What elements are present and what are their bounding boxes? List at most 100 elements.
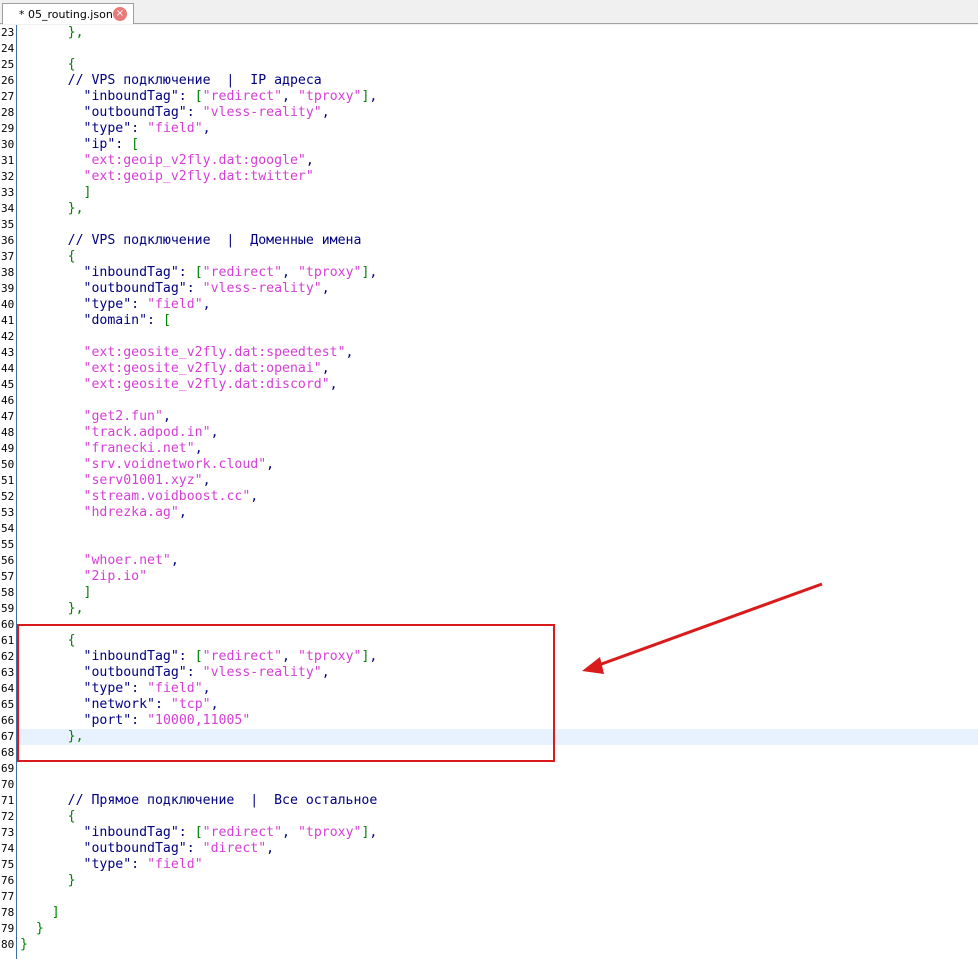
code-line[interactable]: 65 "network": "tcp",	[0, 697, 978, 713]
code-line[interactable]: 80}	[0, 937, 978, 953]
code-line[interactable]: 77	[0, 889, 978, 905]
line-number: 44	[1, 362, 15, 375]
code-line[interactable]: 56 "whoer.net",	[0, 553, 978, 569]
code-line[interactable]: 63 "outboundTag": "vless-reality",	[0, 665, 978, 681]
code-token: "type":	[83, 121, 148, 136]
code-line[interactable]: 61 {	[0, 633, 978, 649]
code-line[interactable]: 23 },	[0, 25, 978, 41]
code-text: "ext:geosite_v2fly.dat:openai",	[20, 361, 330, 377]
code-line[interactable]: 38 "inboundTag": ["redirect", "tproxy"],	[0, 265, 978, 281]
code-line[interactable]: 28 "outboundTag": "vless-reality",	[0, 105, 978, 121]
code-token: "outboundTag":	[83, 281, 203, 296]
code-token: ]	[83, 185, 92, 200]
tab-05-routing-json[interactable]: * 05_routing.json ×	[2, 3, 134, 24]
code-token: ,	[329, 377, 338, 392]
close-icon[interactable]: ×	[113, 7, 127, 21]
code-token: "vless-reality"	[202, 281, 322, 296]
code-line[interactable]: 29 "type": "field",	[0, 121, 978, 137]
code-line[interactable]: 35	[0, 217, 978, 233]
code-line[interactable]: 51 "serv01001.xyz",	[0, 473, 978, 489]
code-token: "hdrezka.ag"	[83, 505, 179, 520]
code-line[interactable]: 66 "port": "10000,11005"	[0, 713, 978, 729]
code-line[interactable]: 34 },	[0, 201, 978, 217]
code-line[interactable]: 45 "ext:geosite_v2fly.dat:discord",	[0, 377, 978, 393]
code-line[interactable]: 48 "track.adpod.in",	[0, 425, 978, 441]
code-text: "inboundTag": ["redirect", "tproxy"],	[20, 89, 378, 105]
code-line[interactable]: 31 "ext:geoip_v2fly.dat:google",	[0, 153, 978, 169]
code-text: {	[20, 57, 76, 73]
code-line[interactable]: 64 "type": "field",	[0, 681, 978, 697]
line-number: 52	[1, 490, 15, 503]
code-line[interactable]: 32 "ext:geoip_v2fly.dat:twitter"	[0, 169, 978, 185]
code-token: [	[194, 265, 203, 280]
code-line[interactable]: 70	[0, 777, 978, 793]
line-number: 78	[1, 906, 15, 919]
line-number: 56	[1, 554, 15, 567]
code-line[interactable]: 44 "ext:geosite_v2fly.dat:openai",	[0, 361, 978, 377]
code-line[interactable]: 33 ]	[0, 185, 978, 201]
code-line[interactable]: 73 "inboundTag": ["redirect", "tproxy"],	[0, 825, 978, 841]
code-line[interactable]: 55	[0, 537, 978, 553]
code-line[interactable]: 57 "2ip.io"	[0, 569, 978, 585]
code-line[interactable]: 25 {	[0, 57, 978, 73]
code-line[interactable]: 67 },	[0, 729, 978, 745]
code-line[interactable]: 75 "type": "field"	[0, 857, 978, 873]
code-token: "tproxy"	[297, 649, 362, 664]
line-number: 24	[1, 42, 15, 55]
line-number: 71	[1, 794, 15, 807]
code-text: "2ip.io"	[20, 569, 148, 585]
code-line[interactable]: 40 "type": "field",	[0, 297, 978, 313]
code-token: ,	[250, 489, 259, 504]
code-token: ,	[210, 697, 219, 712]
code-line[interactable]: 47 "get2.fun",	[0, 409, 978, 425]
code-line[interactable]: 79 }	[0, 921, 978, 937]
code-line[interactable]: 39 "outboundTag": "vless-reality",	[0, 281, 978, 297]
code-editor[interactable]: 23 }, 24 25 {26 // VPS подключение | IP ад…	[0, 25, 978, 959]
code-token: ,	[162, 409, 171, 424]
code-line[interactable]: 69	[0, 761, 978, 777]
code-line[interactable]: 74 "outboundTag": "direct",	[0, 841, 978, 857]
code-line[interactable]: 58 ]	[0, 585, 978, 601]
code-line[interactable]: 50 "srv.voidnetwork.cloud",	[0, 457, 978, 473]
code-token: "serv01001.xyz"	[83, 473, 203, 488]
line-number: 42	[1, 330, 15, 343]
code-line[interactable]: 42	[0, 329, 978, 345]
code-line[interactable]: 37 {	[0, 249, 978, 265]
code-line[interactable]: 71 // Прямое подключение | Все остальное	[0, 793, 978, 809]
code-line[interactable]: 30 "ip": [	[0, 137, 978, 153]
code-line[interactable]: 78 ]	[0, 905, 978, 921]
code-text: ]	[20, 185, 92, 201]
code-line[interactable]: 41 "domain": [	[0, 313, 978, 329]
code-text: "track.adpod.in",	[20, 425, 219, 441]
code-token: {	[67, 633, 76, 648]
code-line[interactable]: 76 }	[0, 873, 978, 889]
code-line[interactable]: 26 // VPS подключение | IP адреса	[0, 73, 978, 89]
code-line[interactable]: 72 {	[0, 809, 978, 825]
code-token: ,	[178, 505, 187, 520]
code-token: "stream.voidboost.cc"	[83, 489, 251, 504]
code-line[interactable]: 68	[0, 745, 978, 761]
code-line[interactable]: 27 "inboundTag": ["redirect", "tproxy"],	[0, 89, 978, 105]
code-token: [	[194, 649, 203, 664]
code-line[interactable]: 53 "hdrezka.ag",	[0, 505, 978, 521]
code-line[interactable]: 60	[0, 617, 978, 633]
line-number: 62	[1, 650, 15, 663]
line-number: 40	[1, 298, 15, 311]
code-token: [	[194, 825, 203, 840]
code-line[interactable]: 54	[0, 521, 978, 537]
code-text: "srv.voidnetwork.cloud",	[20, 457, 275, 473]
code-line[interactable]: 49 "franecki.net",	[0, 441, 978, 457]
code-token: ,	[282, 89, 298, 104]
code-line[interactable]: 36 // VPS подключение | Доменные имена	[0, 233, 978, 249]
code-token: "ext:geosite_v2fly.dat:discord"	[83, 377, 330, 392]
code-line[interactable]: 52 "stream.voidboost.cc",	[0, 489, 978, 505]
code-line[interactable]: 62 "inboundTag": ["redirect", "tproxy"],	[0, 649, 978, 665]
code-line[interactable]: 46	[0, 393, 978, 409]
code-line[interactable]: 43 "ext:geosite_v2fly.dat:speedtest",	[0, 345, 978, 361]
code-line[interactable]: 59 },	[0, 601, 978, 617]
code-line[interactable]: 24	[0, 41, 978, 57]
